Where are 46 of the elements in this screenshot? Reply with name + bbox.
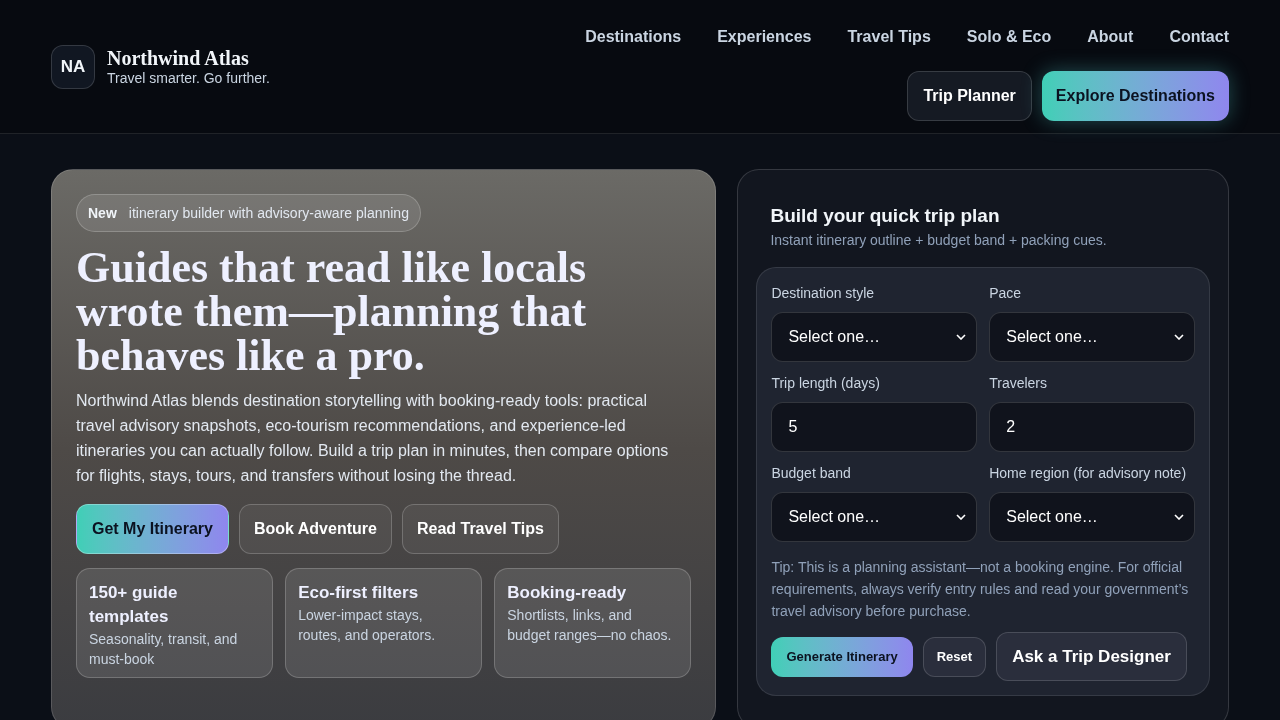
- nav-link[interactable]: Experiences: [717, 25, 812, 49]
- header-button[interactable]: Trip Planner: [907, 71, 1032, 121]
- number-input-field[interactable]: 2: [989, 402, 1195, 452]
- dropdown-select[interactable]: Select one…: [989, 492, 1195, 542]
- feature-title: Booking-ready: [507, 582, 628, 604]
- chevron-down-icon: [1174, 334, 1184, 340]
- dropdown-select[interactable]: Select one…: [771, 492, 978, 542]
- brand-tagline: Travel smarter. Go further.: [107, 68, 270, 87]
- badge-tag: New: [88, 202, 117, 224]
- dropdown-select[interactable]: Select one…: [771, 312, 978, 362]
- brand-name: Northwind Atlas: [107, 46, 250, 69]
- feature-title: 150+ guide templates: [89, 582, 179, 628]
- header-button[interactable]: Explore Destinations: [1041, 71, 1229, 121]
- field-label: Home region (for advisory note): [989, 464, 1188, 483]
- nav-link[interactable]: Travel Tips: [847, 25, 931, 49]
- nav-link[interactable]: Solo & Eco: [966, 25, 1052, 49]
- field-label: Travelers: [989, 374, 1049, 393]
- nav-link[interactable]: Destinations: [585, 25, 682, 49]
- dropdown-select[interactable]: Select one…: [989, 312, 1195, 362]
- nav-link[interactable]: Contact: [1169, 25, 1229, 49]
- field-label: Budget band: [771, 464, 852, 483]
- hero-button[interactable]: Get My Itinerary: [76, 504, 229, 554]
- number-input-field[interactable]: 5: [771, 402, 978, 452]
- hero-button[interactable]: Book Adventure: [238, 504, 392, 554]
- feature-text: Lower-impact stays, routes, and operators.: [298, 606, 437, 645]
- field-label: Pace: [989, 284, 1023, 303]
- feature-text: Seasonality, transit, and must-book: [89, 630, 239, 669]
- planner-button[interactable]: Ask a Trip Designer: [996, 632, 1187, 681]
- planner-subtitle: Instant itinerary outline + budget band + packing cues.: [769, 231, 1108, 250]
- chevron-down-icon: [1174, 514, 1184, 520]
- chevron-down-icon: [956, 334, 967, 340]
- logo-monogram: NA: [51, 44, 95, 89]
- field-label: Destination style: [771, 284, 876, 303]
- planner-tip: Tip: This is a planning assistant—not a booking engine. For official requirements, always verify entry rules and read your government’s travel advisory before purchase.: [771, 558, 1190, 621]
- feature-text: Shortlists, links, and budget ranges—no chaos.: [507, 606, 673, 645]
- hero-button[interactable]: Read Travel Tips: [401, 504, 559, 554]
- planner-button[interactable]: Reset: [922, 636, 987, 677]
- hero-heading: Guides that read like locals wrote them—planning that behaves like a pro.: [76, 246, 588, 378]
- planner-button[interactable]: Generate Itinerary: [771, 636, 913, 677]
- field-label: Trip length (days): [771, 374, 881, 393]
- chevron-down-icon: [956, 514, 967, 520]
- badge-text: itinerary builder with advisory-aware planning: [128, 203, 409, 223]
- nav-link[interactable]: About: [1087, 25, 1134, 49]
- feature-title: Eco-first filters: [298, 582, 420, 604]
- hero-description: Northwind Atlas blends destination storytelling with booking-ready tools: practical travel advisory snapshots, eco-tourism recommendations, and experience-led itineraries you can actually follow. Build a trip plan in minutes, then compare options for flights, stays, tours, and transfers without losing the thread.: [76, 391, 670, 486]
- planner-title: Build your quick trip plan: [769, 204, 1001, 228]
